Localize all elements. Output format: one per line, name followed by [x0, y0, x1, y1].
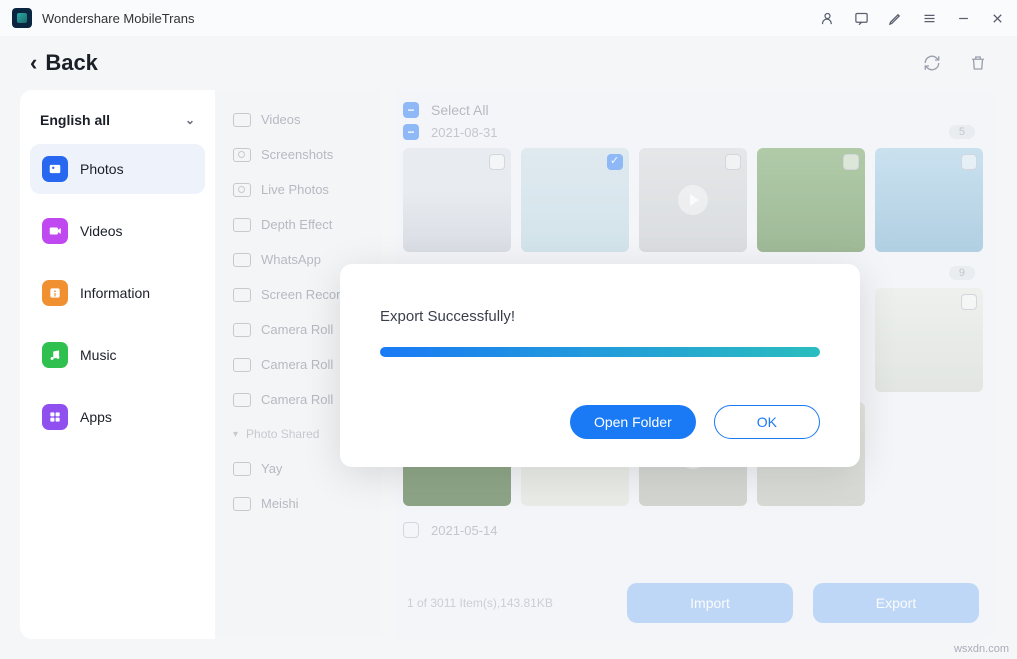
- refresh-icon[interactable]: [923, 54, 941, 72]
- date-checkbox[interactable]: [403, 522, 419, 538]
- count-badge: 5: [949, 125, 975, 139]
- sidebar-item-music[interactable]: Music: [30, 330, 205, 380]
- sidebar-item-label: Photos: [80, 161, 124, 177]
- header: ‹ Back: [0, 36, 1017, 90]
- back-button[interactable]: ‹ Back: [30, 50, 98, 76]
- back-label: Back: [45, 50, 98, 76]
- folder-icon: [233, 323, 251, 337]
- apps-icon: [42, 404, 68, 430]
- export-button[interactable]: Export: [813, 583, 979, 623]
- thumb-checkbox[interactable]: [489, 154, 505, 170]
- folder-icon: [233, 288, 251, 302]
- thumb-checkbox[interactable]: [843, 154, 859, 170]
- app-title: Wondershare MobileTrans: [42, 11, 194, 26]
- photo-thumbnail[interactable]: [757, 148, 865, 252]
- thumbnail-row: [403, 148, 983, 252]
- folder-icon: [233, 218, 251, 232]
- modal-buttons: Open Folder OK: [380, 405, 820, 439]
- date-label: 2021-08-31: [431, 125, 498, 140]
- photos-icon: [42, 156, 68, 182]
- language-dropdown[interactable]: English all ⌄: [30, 106, 205, 144]
- header-actions: [923, 54, 987, 72]
- footer-bar: 1 of 3011 Item(s),143.81KB Import Export: [403, 573, 983, 639]
- music-icon: [42, 342, 68, 368]
- thumb-checkbox[interactable]: [961, 154, 977, 170]
- album-item-meishi[interactable]: Meishi: [215, 486, 395, 521]
- folder-icon: [233, 358, 251, 372]
- trash-icon[interactable]: [969, 54, 987, 72]
- videos-icon: [42, 218, 68, 244]
- app-logo: [12, 8, 32, 28]
- chevron-left-icon: ‹: [30, 50, 37, 76]
- user-icon[interactable]: [819, 10, 835, 26]
- date-checkbox[interactable]: −: [403, 124, 419, 140]
- folder-icon: [233, 393, 251, 407]
- ok-button[interactable]: OK: [714, 405, 820, 439]
- select-all-checkbox[interactable]: −: [403, 102, 419, 118]
- thumb-checkbox[interactable]: [961, 294, 977, 310]
- watermark: wsxdn.com: [954, 643, 1009, 655]
- folder-icon: [233, 148, 251, 162]
- thumb-checkbox[interactable]: [607, 154, 623, 170]
- edit-icon[interactable]: [887, 10, 903, 26]
- progress-bar: [380, 347, 820, 357]
- sidebar-item-label: Information: [80, 285, 150, 301]
- thumb-checkbox[interactable]: [725, 154, 741, 170]
- sidebar-item-apps[interactable]: Apps: [30, 392, 205, 442]
- photo-thumbnail[interactable]: [639, 148, 747, 252]
- photo-thumbnail[interactable]: [875, 288, 983, 392]
- close-icon[interactable]: [989, 10, 1005, 26]
- sidebar-item-label: Music: [80, 347, 117, 363]
- photo-thumbnail[interactable]: [875, 148, 983, 252]
- chevron-down-icon: ⌄: [185, 113, 195, 127]
- select-all-row: − Select All: [403, 98, 983, 120]
- sidebar-item-information[interactable]: Information: [30, 268, 205, 318]
- select-all-label: Select All: [431, 102, 489, 118]
- album-item-deptheffect[interactable]: Depth Effect: [215, 207, 395, 242]
- date-group-row: − 2021-08-31 5: [403, 120, 983, 148]
- import-button[interactable]: Import: [627, 583, 793, 623]
- sidebar-item-videos[interactable]: Videos: [30, 206, 205, 256]
- modal-title: Export Successfully!: [380, 308, 820, 325]
- information-icon: [42, 280, 68, 306]
- status-text: 1 of 3011 Item(s),143.81KB: [407, 596, 553, 610]
- open-folder-button[interactable]: Open Folder: [570, 405, 696, 439]
- album-item-screenshots[interactable]: Screenshots: [215, 137, 395, 172]
- message-icon[interactable]: [853, 10, 869, 26]
- export-success-modal: Export Successfully! Open Folder OK: [340, 264, 860, 467]
- photo-thumbnail[interactable]: [521, 148, 629, 252]
- play-icon: [678, 185, 708, 215]
- folder-icon: [233, 497, 251, 511]
- album-item-videos[interactable]: Videos: [215, 102, 395, 137]
- folder-icon: [233, 462, 251, 476]
- folder-icon: [233, 253, 251, 267]
- sidebar-item-label: Videos: [80, 223, 123, 239]
- photo-thumbnail[interactable]: [403, 148, 511, 252]
- minimize-icon[interactable]: [955, 10, 971, 26]
- sidebar-item-photos[interactable]: Photos: [30, 144, 205, 194]
- count-badge: 9: [949, 266, 975, 280]
- category-sidebar: English all ⌄ Photos Videos Information …: [20, 90, 215, 639]
- date-group-row: 2021-05-14: [403, 516, 983, 544]
- folder-icon: [233, 183, 251, 197]
- album-item-livephotos[interactable]: Live Photos: [215, 172, 395, 207]
- menu-icon[interactable]: [921, 10, 937, 26]
- sidebar-item-label: Apps: [80, 409, 112, 425]
- date-label: 2021-05-14: [431, 523, 498, 538]
- titlebar: Wondershare MobileTrans: [0, 0, 1017, 36]
- titlebar-icons: [819, 10, 1005, 26]
- folder-icon: [233, 113, 251, 127]
- language-label: English all: [40, 112, 110, 128]
